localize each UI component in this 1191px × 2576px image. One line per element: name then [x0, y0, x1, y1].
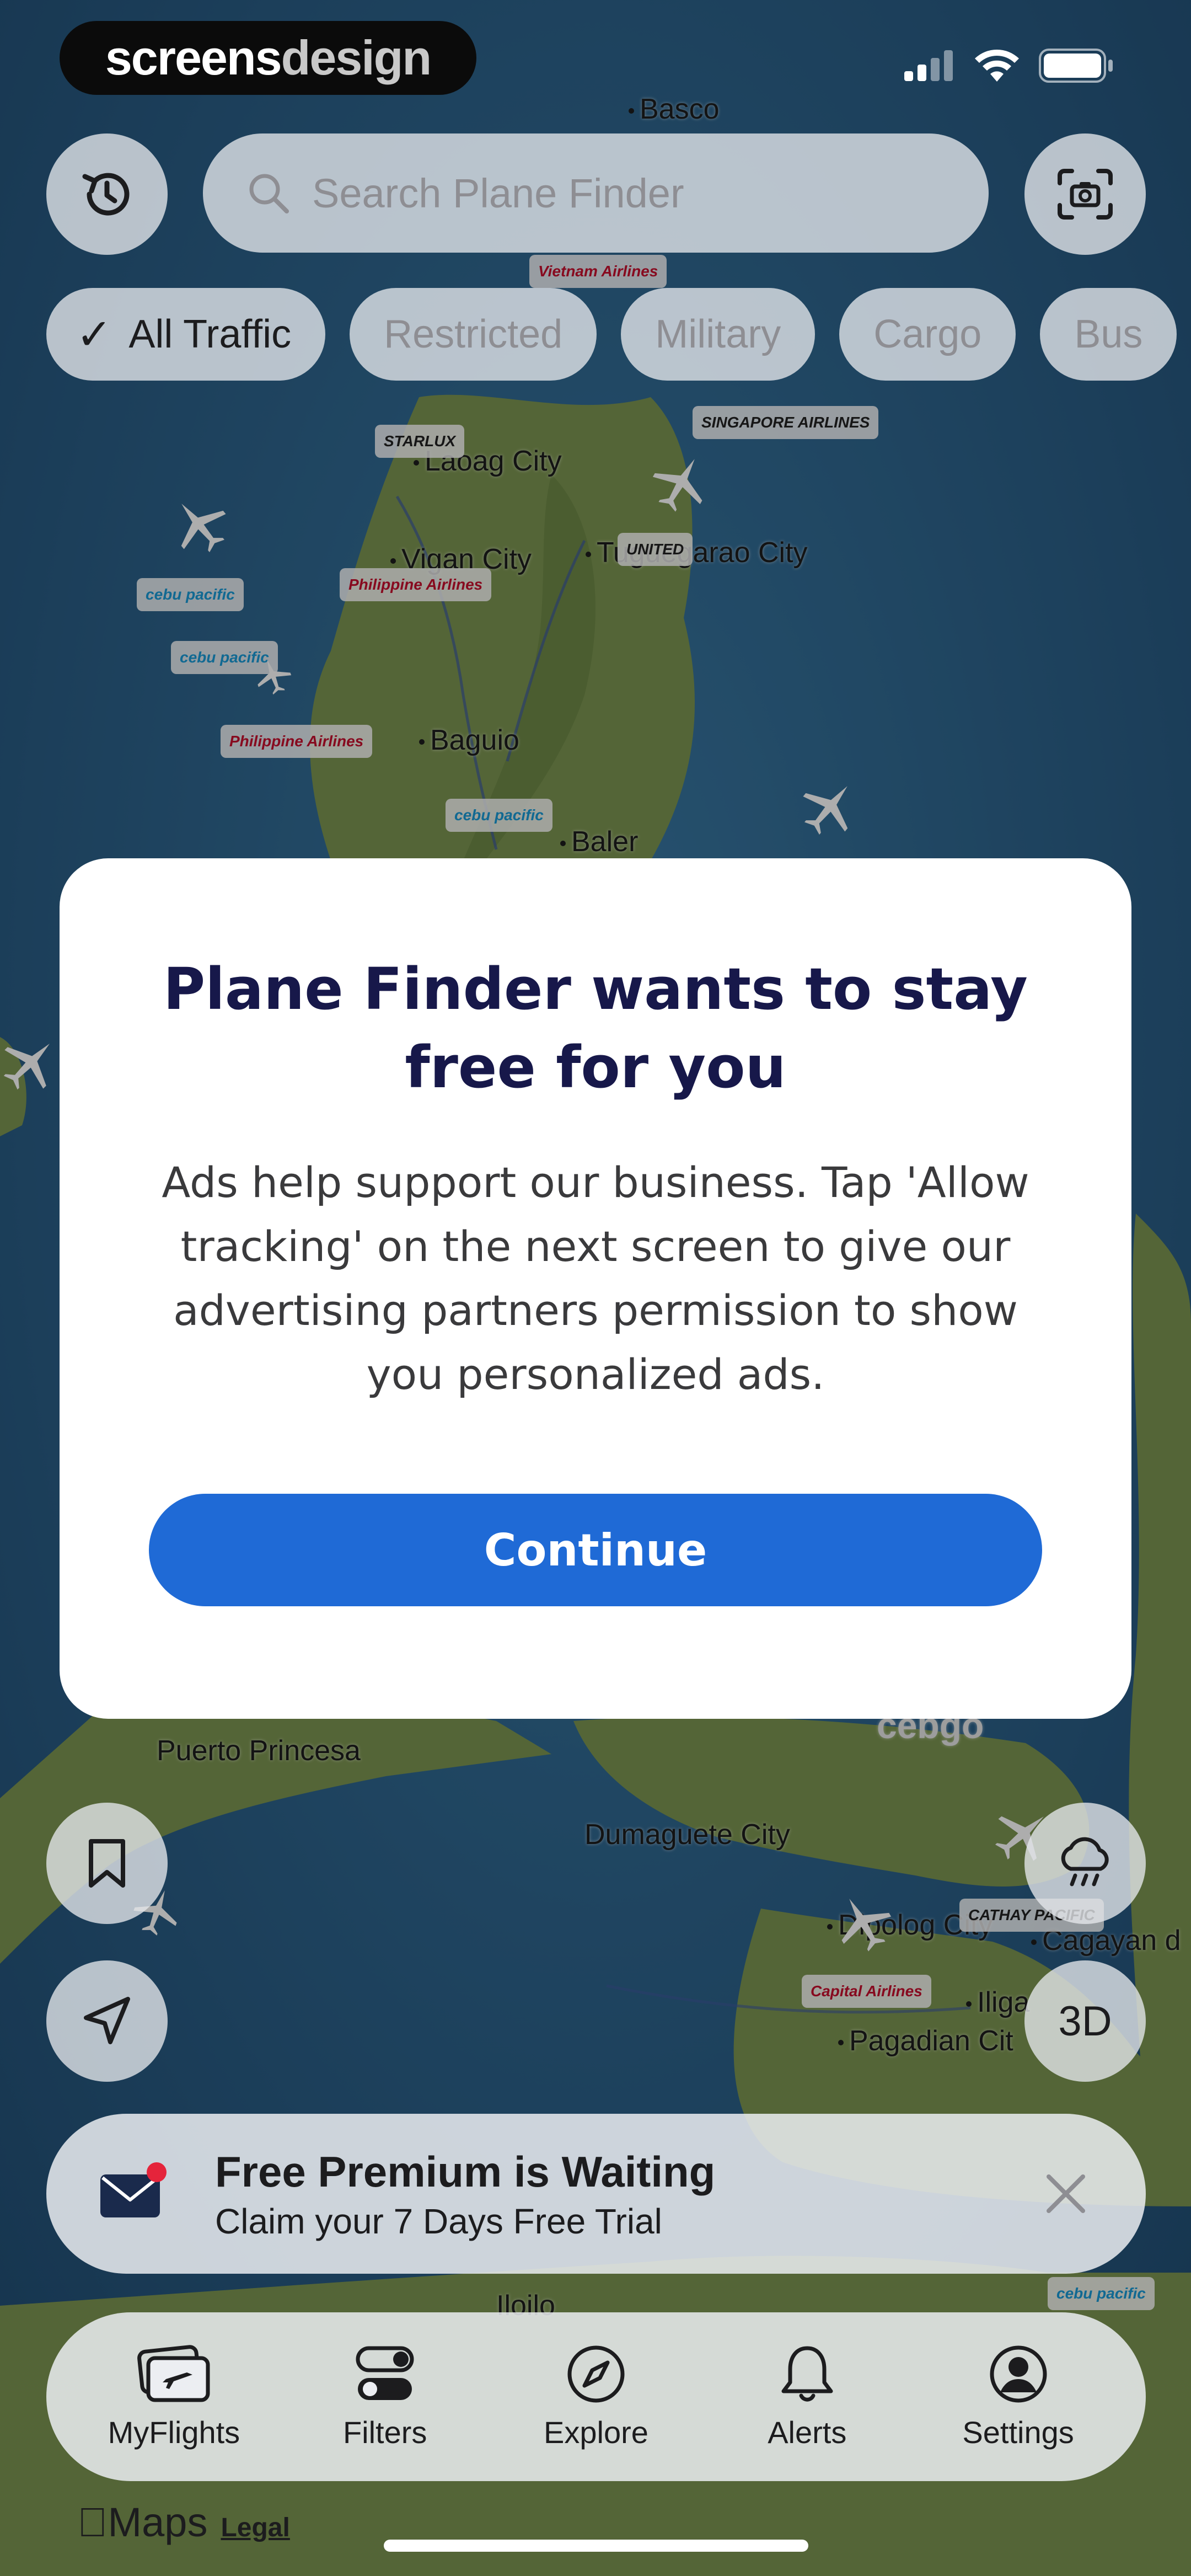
3d-toggle-button[interactable]: 3D: [1024, 1960, 1146, 2082]
search-input[interactable]: Search Plane Finder: [312, 170, 684, 217]
tracking-consent-dialog: Plane Finder wants to stay free for you …: [60, 858, 1131, 1719]
toggles-icon: [356, 2346, 414, 2400]
filter-chip-label: Military: [655, 312, 781, 356]
filter-chip-cargo[interactable]: Cargo: [839, 288, 1016, 381]
maps-label: Maps: [77, 2499, 208, 2545]
bell-icon: [781, 2346, 833, 2402]
person-circle-icon: [990, 2345, 1047, 2402]
locate-me-button[interactable]: [46, 1960, 168, 2082]
dialog-body: Ads help support our business. Tap 'Allo…: [162, 1158, 1029, 1399]
brand-text-secondary: design: [281, 30, 432, 85]
filter-chip-business[interactable]: Bus: [1040, 288, 1177, 381]
legal-link[interactable]: Legal: [221, 2513, 289, 2543]
bookmark-button[interactable]: [46, 1803, 168, 1924]
filter-chip-label: Bus: [1074, 312, 1143, 356]
close-icon[interactable]: [1041, 2169, 1091, 2219]
wifi-icon: [975, 50, 1019, 82]
search-bar[interactable]: Search Plane Finder: [203, 133, 989, 253]
filter-chip-military[interactable]: Military: [621, 288, 816, 381]
tab-explore[interactable]: Explore: [513, 2344, 679, 2450]
tab-label: Explore: [544, 2414, 648, 2450]
promo-title: Free Premium is Waiting: [215, 2147, 716, 2196]
premium-promo-banner[interactable]: Free Premium is Waiting Claim your 7 Day…: [46, 2114, 1146, 2274]
maps-attribution: Maps Legal: [77, 2499, 290, 2546]
continue-button[interactable]: Continue: [149, 1494, 1042, 1606]
3d-label: 3D: [1058, 1997, 1112, 2045]
location-arrow-icon: [84, 1997, 130, 2044]
tab-label: Filters: [342, 2414, 427, 2450]
mail-notification-icon: [100, 2162, 167, 2217]
compass-icon: [567, 2345, 625, 2402]
status-icons: [904, 49, 1114, 83]
tab-settings[interactable]: Settings: [936, 2344, 1101, 2450]
dialog-title: Plane Finder wants to stay free for you: [163, 955, 1028, 1101]
history-button[interactable]: [46, 133, 168, 255]
filter-chip-restricted[interactable]: Restricted: [350, 288, 597, 381]
filter-chip-label: Cargo: [873, 312, 982, 356]
tab-label: MyFlights: [108, 2414, 240, 2450]
filter-chip-label: All Traffic: [128, 312, 292, 356]
history-clock-icon: [82, 173, 130, 216]
search-icon: [249, 174, 289, 213]
ticket-plane-icon: [137, 2344, 210, 2402]
brand-watermark: screens design: [60, 21, 476, 95]
battery-icon: [1039, 49, 1113, 83]
tab-myflights[interactable]: MyFlights: [91, 2344, 256, 2450]
bottom-tab-bar: MyFlights Filters Explore Alerts Setting…: [46, 2312, 1146, 2481]
tab-alerts[interactable]: Alerts: [725, 2344, 890, 2450]
tab-filters[interactable]: Filters: [302, 2344, 468, 2450]
home-indicator[interactable]: [384, 2540, 808, 2552]
status-bar: screens design: [0, 0, 1191, 132]
checkmark-icon: ✓: [76, 309, 112, 359]
apple-maps-logo: Maps: [77, 2499, 207, 2546]
brand-text-primary: screens: [105, 30, 282, 85]
weather-layer-button[interactable]: [1024, 1803, 1146, 1924]
filter-chip-all-traffic[interactable]: ✓ All Traffic: [46, 288, 326, 381]
bookmark-icon: [89, 1839, 125, 1888]
camera-scan-icon: [1058, 169, 1113, 220]
cellular-signal-icon: [904, 50, 953, 81]
promo-subtitle: Claim your 7 Days Free Trial: [215, 2201, 662, 2241]
filter-chip-label: Restricted: [384, 312, 563, 356]
filter-chip-row: ✓ All Traffic Restricted Military Cargo …: [46, 288, 1177, 381]
scan-button[interactable]: [1024, 133, 1146, 255]
tab-label: Alerts: [768, 2414, 847, 2450]
tab-label: Settings: [962, 2414, 1074, 2450]
rain-cloud-icon: [1061, 1837, 1109, 1886]
